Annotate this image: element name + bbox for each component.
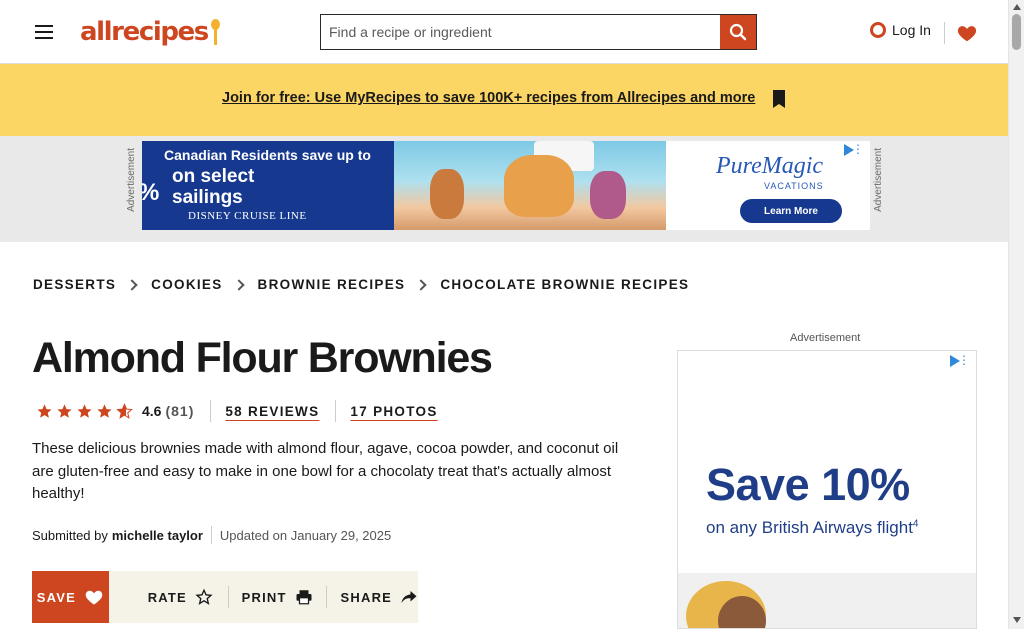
share-button[interactable]: SHARE (341, 588, 419, 606)
breadcrumb: DESSERTS COOKIES BROWNIE RECIPES CHOCOLA… (33, 277, 689, 292)
search-input[interactable] (321, 15, 720, 49)
ad-headline-3: sailings (172, 187, 243, 208)
ad-banner-left: % Canadian Residents save up to on selec… (142, 141, 394, 230)
ad-headline-2: on select (172, 166, 255, 187)
side-ad-headline: Save 10% (706, 459, 910, 510)
breadcrumb-chocolate-brownie-recipes[interactable]: CHOCOLATE BROWNIE RECIPES (440, 277, 689, 292)
learn-more-button[interactable]: Learn More (740, 199, 842, 223)
login-label: Log In (892, 22, 931, 38)
print-label: PRINT (241, 589, 287, 605)
recipe-meta: Submitted by michelle taylor Updated on … (32, 526, 391, 544)
rating-value: 4.6 (142, 403, 162, 419)
chevron-right-icon (415, 278, 427, 291)
login-button[interactable]: Log In (870, 22, 931, 38)
side-ad-subline: on any British Airways flight4 (706, 518, 919, 537)
ad-label-left: Advertisement (126, 148, 137, 212)
search-icon (729, 23, 747, 41)
heart-icon (957, 26, 977, 42)
ad-photo (394, 141, 666, 230)
share-arrow-icon (401, 591, 417, 603)
allrecipes-logo[interactable]: allrecipes (80, 15, 220, 49)
printer-icon (296, 590, 312, 605)
star-icon[interactable] (56, 403, 73, 420)
search-bar (320, 14, 757, 50)
rating-row: 4.6 (81) 58 REVIEWS 17 PHOTOS (36, 400, 438, 422)
chevron-right-icon (232, 278, 245, 291)
star-icon[interactable] (76, 403, 93, 420)
breadcrumb-cookies[interactable]: COOKIES (151, 277, 222, 292)
ad-banner[interactable]: % Canadian Residents save up to on selec… (142, 141, 870, 230)
page-title: Almond Flour Brownies (32, 334, 493, 382)
spoon-icon (210, 17, 220, 47)
ad-banner-right: PureMagic VACATIONS Learn More ⋮ (666, 141, 870, 230)
photos-link[interactable]: 17 PHOTOS (350, 404, 437, 419)
ad-brand-right-sub: VACATIONS (764, 181, 824, 191)
recipe-actions-bar: SAVE RATE PRINT SHARE (32, 571, 418, 623)
rate-button[interactable]: RATE (148, 588, 213, 606)
menu-icon[interactable] (31, 20, 57, 44)
scroll-thumb[interactable] (1012, 14, 1021, 50)
star-outline-icon (195, 588, 213, 605)
logo-text: allrecipes (80, 17, 209, 47)
reviews-divider (335, 400, 337, 422)
rating-count: (81) (165, 403, 195, 419)
chevron-right-icon (126, 278, 138, 291)
star-icon[interactable] (36, 403, 53, 420)
scroll-up-icon[interactable] (1013, 4, 1021, 10)
user-icon (870, 22, 886, 38)
print-button[interactable]: PRINT (242, 588, 313, 606)
search-button[interactable] (720, 15, 756, 49)
star-half-icon[interactable] (116, 402, 133, 420)
saved-recipes-button[interactable] (956, 22, 978, 44)
meta-divider (210, 526, 212, 544)
scroll-down-icon[interactable] (1013, 617, 1021, 623)
side-ad[interactable]: ⋮ Save 10% on any British Airways flight… (677, 350, 977, 629)
bookmark-icon[interactable] (771, 89, 787, 109)
author-link[interactable]: michelle taylor (112, 528, 203, 543)
recipe-page: allrecipes Log In Join for free: Use MyR… (0, 0, 1024, 629)
submitted-by-label: Submitted by (32, 527, 108, 543)
join-free-link[interactable]: Join for free: Use MyRecipes to save 100… (222, 90, 755, 106)
side-ad-label: Advertisement (790, 332, 861, 344)
save-label: SAVE (36, 589, 77, 605)
star-icon[interactable] (96, 403, 113, 420)
vertical-scrollbar[interactable] (1008, 0, 1024, 629)
breadcrumb-brownie-recipes[interactable]: BROWNIE RECIPES (258, 277, 406, 292)
heart-icon (85, 590, 103, 605)
ad-label-right: Advertisement (873, 148, 884, 212)
ad-brand-left: DISNEY CRUISE LINE (188, 210, 307, 222)
site-header: allrecipes Log In (0, 0, 1008, 64)
breadcrumb-desserts[interactable]: DESSERTS (33, 277, 116, 292)
side-ad-footnote: 4 (912, 518, 919, 530)
share-label: SHARE (340, 589, 393, 605)
ad-brand-right: PureMagic (716, 153, 824, 179)
ad-menu-icon[interactable]: ⋮ (852, 143, 864, 155)
rating-divider (210, 400, 212, 422)
reviews-link[interactable]: 58 REVIEWS (225, 404, 319, 419)
ad-menu-icon[interactable]: ⋮ (958, 354, 970, 366)
header-divider (944, 22, 945, 44)
rate-label: RATE (147, 589, 187, 605)
ad-headline-1: Canadian Residents save up to (164, 147, 371, 163)
ad-percent-fragment: % (142, 179, 159, 207)
save-button[interactable]: SAVE (32, 571, 109, 623)
updated-date: Updated on January 29, 2025 (219, 527, 392, 543)
recipe-description: These delicious brownies made with almon… (32, 440, 619, 502)
